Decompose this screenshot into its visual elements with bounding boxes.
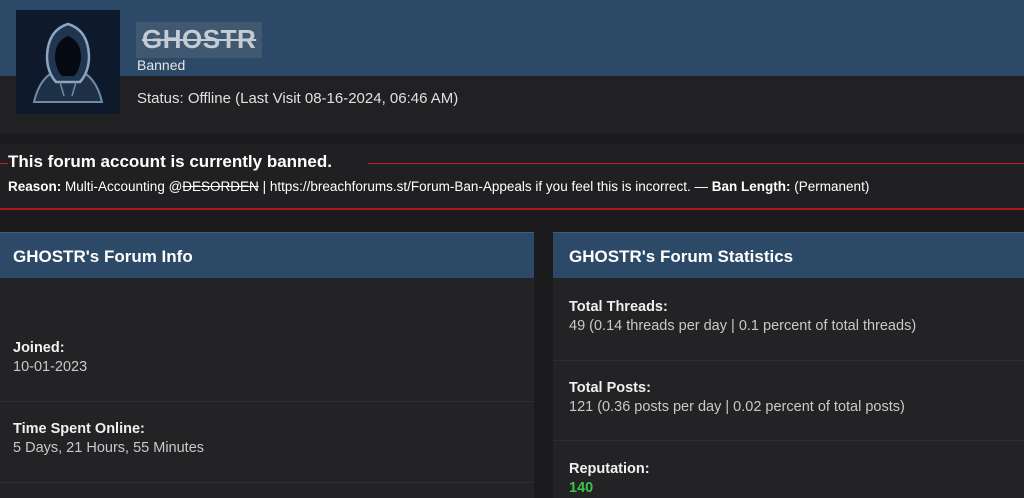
usergroup-label: Banned: [137, 57, 186, 73]
joined-row: Joined: 10-01-2023: [0, 340, 534, 375]
time-online-label: Time Spent Online:: [13, 421, 145, 437]
ban-notice: This forum account is currently banned. …: [0, 144, 1024, 210]
ban-reason: Reason: Multi-Accounting @DESORDEN | htt…: [8, 179, 869, 194]
reputation-label: Reputation:: [569, 461, 650, 477]
row-divider: [0, 482, 534, 483]
reputation-value[interactable]: 140: [569, 480, 1024, 496]
row-divider: [553, 360, 1024, 361]
profile-username: GHOSTR: [136, 22, 263, 58]
avatar[interactable]: [16, 10, 120, 114]
row-divider: [553, 440, 1024, 441]
total-posts-label: Total Posts:: [569, 380, 651, 396]
joined-label: Joined:: [13, 340, 65, 356]
reputation-row: Reputation: 140: [553, 461, 1024, 496]
online-status: Status: Offline (Last Visit 08-16-2024, …: [137, 90, 459, 107]
total-threads-row: Total Threads: 49 (0.14 threads per day …: [553, 299, 1024, 334]
joined-value: 10-01-2023: [13, 359, 88, 375]
forum-info-panel: GHOSTR's Forum Info Joined: 10-01-2023 T…: [0, 232, 534, 498]
hooded-figure-icon: [16, 10, 120, 114]
ban-reason-label: Reason:: [8, 179, 62, 194]
ban-reason-struck-user: DESORDEN: [182, 179, 259, 194]
total-posts-value: 121 (0.36 posts per day | 0.02 percent o…: [569, 399, 905, 415]
ban-reason-text: Multi-Accounting @: [65, 179, 183, 194]
forum-stats-panel: GHOSTR's Forum Statistics Total Threads:…: [553, 232, 1024, 498]
ban-title: This forum account is currently banned.: [8, 152, 332, 171]
ban-title-row: This forum account is currently banned.: [0, 148, 1024, 171]
ban-divider-left: [0, 163, 8, 164]
time-online-row: Time Spent Online: 5 Days, 21 Hours, 55 …: [0, 421, 534, 456]
ban-divider-right: [368, 163, 1024, 164]
forum-stats-heading: GHOSTR's Forum Statistics: [553, 232, 1024, 278]
total-threads-value: 49 (0.14 threads per day | 0.1 percent o…: [569, 318, 917, 334]
row-divider: [0, 401, 534, 402]
profile-header: GHOSTR Banned Status: Offline (Last Visi…: [0, 0, 1024, 134]
time-online-value: 5 Days, 21 Hours, 55 Minutes: [13, 440, 205, 456]
ban-length-value: (Permanent): [794, 179, 870, 194]
ban-length-label: Ban Length:: [711, 179, 791, 194]
total-posts-row: Total Posts: 121 (0.36 posts per day | 0…: [553, 380, 1024, 415]
ban-appeal-text: | https://breachforums.st/Forum-Ban-Appe…: [262, 179, 708, 194]
forum-info-heading: GHOSTR's Forum Info: [0, 232, 534, 278]
total-threads-label: Total Threads:: [569, 299, 668, 315]
